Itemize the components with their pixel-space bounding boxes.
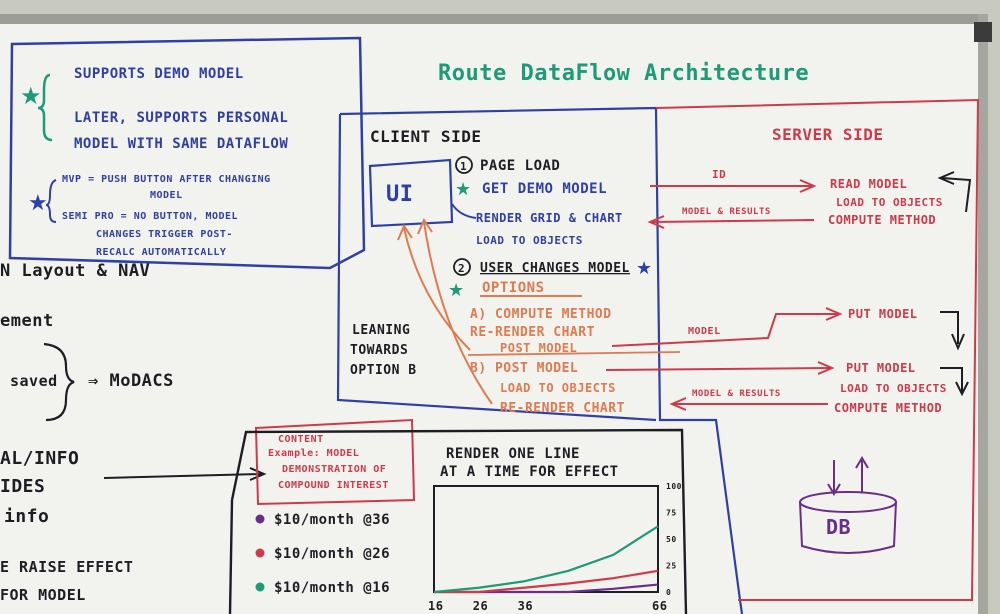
- step-title: USER CHANGES MODEL: [480, 261, 630, 276]
- server-action: PUT MODEL: [848, 307, 918, 321]
- left-note: IDES: [0, 476, 45, 497]
- ui-box-label: UI: [386, 182, 414, 207]
- server-action: LOAD TO OBJECTS: [836, 196, 943, 209]
- y-tick-label: 100: [666, 482, 682, 491]
- left-note: info: [4, 506, 49, 527]
- option-step: LOAD TO OBJECTS: [500, 381, 616, 395]
- option-step: A) COMPUTE METHOD: [470, 307, 612, 322]
- content-note-line: COMPOUND INTEREST: [278, 480, 389, 491]
- x-tick-label: 36: [518, 599, 533, 613]
- content-note-line: Example: MODEL: [268, 448, 359, 459]
- requirement-line: SUPPORTS DEMO MODEL: [74, 66, 244, 82]
- requirement-line: CHANGES TRIGGER POST-: [96, 229, 233, 240]
- db-label: DB: [826, 515, 851, 539]
- chart-legend: $10/month @36 $10/month @26 $10/month @16: [255, 512, 390, 596]
- y-tick-label: 50: [666, 535, 677, 544]
- star-icon: ★: [448, 280, 464, 301]
- legend-label: $10/month @36: [274, 512, 390, 528]
- options-heading: OPTIONS: [482, 280, 545, 296]
- content-note-line: DEMONSTRATION OF: [282, 464, 386, 475]
- y-tick-label: 25: [666, 562, 677, 571]
- note-leaning: OPTION B: [350, 363, 417, 378]
- star-icon: ★: [636, 258, 652, 279]
- client-action: LOAD TO OBJECTS: [476, 234, 583, 247]
- x-tick-label: 26: [473, 599, 488, 613]
- client-side-heading: CLIENT SIDE: [370, 127, 481, 146]
- step-number: 1: [460, 160, 467, 173]
- star-icon: ★: [20, 82, 42, 110]
- board-top-frame: [0, 14, 985, 24]
- left-note: saved: [10, 372, 58, 390]
- left-note: ⇒ MoDACS: [88, 371, 174, 391]
- step-number: 2: [458, 262, 465, 275]
- y-tick-label: 75: [666, 509, 677, 518]
- left-note: FOR MODEL: [0, 586, 86, 604]
- board-right-frame: [978, 14, 988, 614]
- server-side-heading: SERVER SIDE: [772, 125, 883, 144]
- arrow-label: ID: [712, 168, 726, 181]
- whiteboard-photo: Route DataFlow Architecture ★ SUPPORTS D…: [0, 0, 1000, 614]
- requirement-line: MODEL WITH SAME DATAFLOW: [74, 136, 288, 152]
- requirement-line: LATER, SUPPORTS PERSONAL: [74, 110, 288, 126]
- frame-corner: [974, 22, 992, 42]
- requirement-line: MVP = PUSH BUTTON AFTER CHANGING: [62, 174, 271, 185]
- option-step: RE-RENDER CHART: [470, 325, 595, 340]
- chart-note-line: AT A TIME FOR EFFECT: [440, 464, 619, 480]
- star-icon: ★: [455, 179, 471, 200]
- content-note-line: CONTENT: [278, 434, 324, 445]
- note-leaning: TOWARDS: [350, 343, 408, 358]
- legend-label: $10/month @26: [274, 546, 390, 562]
- chart-note-line: RENDER ONE LINE: [446, 446, 580, 462]
- option-step: RE-RENDER CHART: [500, 401, 625, 416]
- legend-marker: [255, 514, 265, 524]
- client-action: GET DEMO MODEL: [482, 181, 607, 197]
- left-note: N Layout & NAV: [0, 261, 150, 281]
- requirement-line: RECALC AUTOMATICALLY: [96, 247, 226, 258]
- server-action: READ MODEL: [830, 177, 907, 191]
- step-title: PAGE LOAD: [480, 158, 560, 174]
- client-action: RENDER GRID & CHART: [476, 211, 623, 225]
- x-tick-label: 66: [652, 599, 667, 613]
- requirement-line: SEMI PRO = NO BUTTON, MODEL: [62, 211, 238, 222]
- board-title: Route DataFlow Architecture: [438, 61, 809, 86]
- option-step: B) POST MODEL: [470, 361, 578, 376]
- arrow-label: MODEL & RESULTS: [692, 389, 781, 399]
- left-note: AL/INFO: [0, 448, 79, 469]
- legend-label: $10/month @16: [274, 580, 390, 596]
- legend-marker: [255, 582, 265, 592]
- star-icon: ★: [28, 191, 48, 216]
- server-action: PUT MODEL: [846, 361, 916, 375]
- left-note: E RAISE EFFECT: [0, 558, 133, 576]
- y-tick-label: 0: [666, 588, 671, 597]
- note-leaning: LEANING: [352, 323, 410, 338]
- server-action: COMPUTE METHOD: [828, 213, 936, 227]
- x-tick-label: 16: [428, 599, 443, 613]
- arrow-label: MODEL & RESULTS: [682, 207, 771, 217]
- left-note: ement: [0, 311, 54, 331]
- server-action: LOAD TO OBJECTS: [840, 382, 947, 395]
- arrow-label: MODEL: [688, 326, 721, 337]
- server-action: COMPUTE METHOD: [834, 401, 942, 415]
- requirement-line: MODEL: [150, 190, 183, 201]
- legend-marker: [255, 548, 265, 558]
